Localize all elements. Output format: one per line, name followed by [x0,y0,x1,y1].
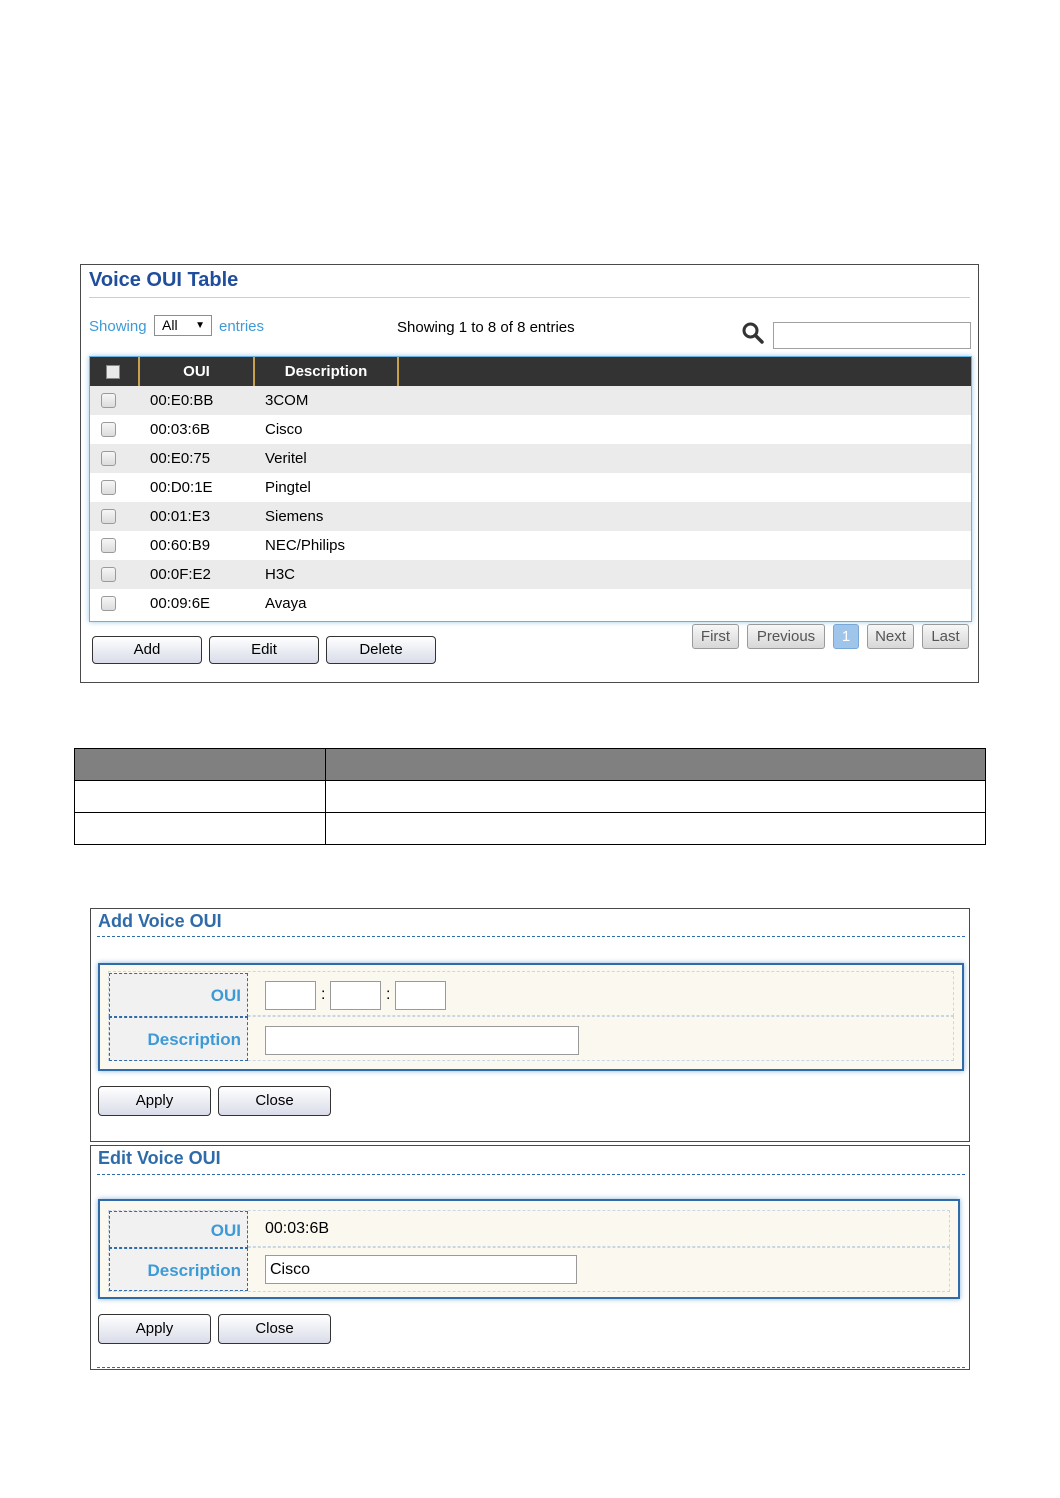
search-icon [742,322,764,344]
row-oui: 00:D0:1E [150,479,213,496]
title-divider [97,936,965,937]
table-info-text: Showing 1 to 8 of 8 entries [397,319,575,336]
description-table-header-cell [74,748,326,781]
pagination-page-1-button[interactable]: 1 [833,624,859,649]
table-row[interactable]: 00:E0:BB 3COM [90,386,971,415]
description-table-cell [325,812,986,845]
row-description: NEC/Philips [265,537,346,554]
row-checkbox[interactable] [101,509,116,524]
edit-form-box: OUI Description 00:03:6B [98,1199,960,1299]
oui-label: OUI [109,1211,248,1248]
row-oui: 00:03:6B [150,421,211,438]
apply-button[interactable]: Apply [98,1086,211,1116]
row-oui: 00:E0:BB [150,392,214,409]
pagination-last-button[interactable]: Last [922,624,969,649]
row-oui: 00:09:6E [150,595,211,612]
oui-label: OUI [109,973,248,1017]
add-form-box: OUI Description : : [98,963,964,1071]
row-description: Siemens [265,508,324,525]
row-checkbox[interactable] [101,393,116,408]
oui-separator: : [386,986,391,1003]
voice-oui-table-panel: Voice OUI Table Showing All ▼ entries Sh… [80,264,979,683]
bottom-divider [97,1367,965,1368]
description-input[interactable] [265,1026,579,1055]
description-table [74,748,986,845]
row-checkbox[interactable] [101,451,116,466]
table-row[interactable]: 00:60:B9 NEC/Philips [90,531,971,560]
close-button[interactable]: Close [218,1314,331,1344]
description-table-cell [325,780,986,813]
entries-label: entries [219,318,265,335]
delete-button[interactable]: Delete [326,636,436,664]
oui-part3-input[interactable] [395,981,446,1010]
showing-label: Showing [89,318,147,335]
row-description: Cisco [265,421,303,438]
column-header-oui[interactable]: OUI [140,357,255,386]
select-all-cell [90,357,140,386]
table-row[interactable]: 00:01:E3 Siemens [90,502,971,531]
oui-value: 00:03:6B [265,1220,330,1237]
table-row[interactable]: 00:09:6E Avaya [90,589,971,618]
table-row[interactable]: 00:0F:E2 H3C [90,560,971,589]
description-table-row [74,812,986,845]
description-label: Description [109,1248,248,1291]
column-header-description[interactable]: Description [255,357,399,386]
description-label: Description [109,1017,248,1061]
row-oui: 00:E0:75 [150,450,211,467]
entries-per-page-select[interactable]: All ▼ [154,315,212,336]
row-checkbox[interactable] [101,422,116,437]
row-checkbox[interactable] [101,538,116,553]
description-table-header-row [74,748,986,781]
oui-data-table: OUI Description 00:E0:BB 3COM 00:03:6B C… [89,356,972,622]
row-checkbox[interactable] [101,596,116,611]
search-input[interactable] [773,322,971,349]
edit-button[interactable]: Edit [209,636,319,664]
description-table-cell [74,780,326,813]
row-oui: 00:0F:E2 [150,566,211,583]
description-table-cell [74,812,326,845]
entries-select-value: All [162,317,178,333]
edit-dialog-title: Edit Voice OUI [98,1148,221,1168]
row-checkbox[interactable] [101,567,116,582]
close-button[interactable]: Close [218,1086,331,1116]
pagination-next-button[interactable]: Next [867,624,914,649]
add-voice-oui-dialog: Add Voice OUI OUI Description : : Apply … [90,908,970,1142]
row-checkbox[interactable] [101,480,116,495]
row-description: H3C [265,566,296,583]
panel-title: Voice OUI Table [89,269,239,291]
row-description: Avaya [265,595,307,612]
table-header-row: OUI Description [90,357,971,386]
select-all-checkbox[interactable] [106,365,120,379]
oui-part1-input[interactable] [265,981,316,1010]
add-dialog-title: Add Voice OUI [98,911,222,931]
row-description: Pingtel [265,479,311,496]
pagination-previous-button[interactable]: Previous [747,624,825,649]
row-oui: 00:01:E3 [150,508,211,525]
description-table-row [74,780,986,813]
title-divider [89,297,970,298]
table-row[interactable]: 00:03:6B Cisco [90,415,971,444]
oui-part2-input[interactable] [330,981,381,1010]
description-table-header-cell [325,748,986,781]
oui-separator: : [321,986,326,1003]
edit-voice-oui-dialog: Edit Voice OUI OUI Description 00:03:6B … [90,1145,970,1370]
row-oui: 00:60:B9 [150,537,211,554]
title-divider [97,1174,965,1175]
dropdown-arrow-icon: ▼ [195,320,205,331]
pagination-first-button[interactable]: First [692,624,739,649]
description-input[interactable] [265,1255,577,1284]
add-button[interactable]: Add [92,636,202,664]
table-row[interactable]: 00:E0:75 Veritel [90,444,971,473]
row-description: Veritel [265,450,307,467]
apply-button[interactable]: Apply [98,1314,211,1344]
row-description: 3COM [265,392,309,409]
table-row[interactable]: 00:D0:1E Pingtel [90,473,971,502]
